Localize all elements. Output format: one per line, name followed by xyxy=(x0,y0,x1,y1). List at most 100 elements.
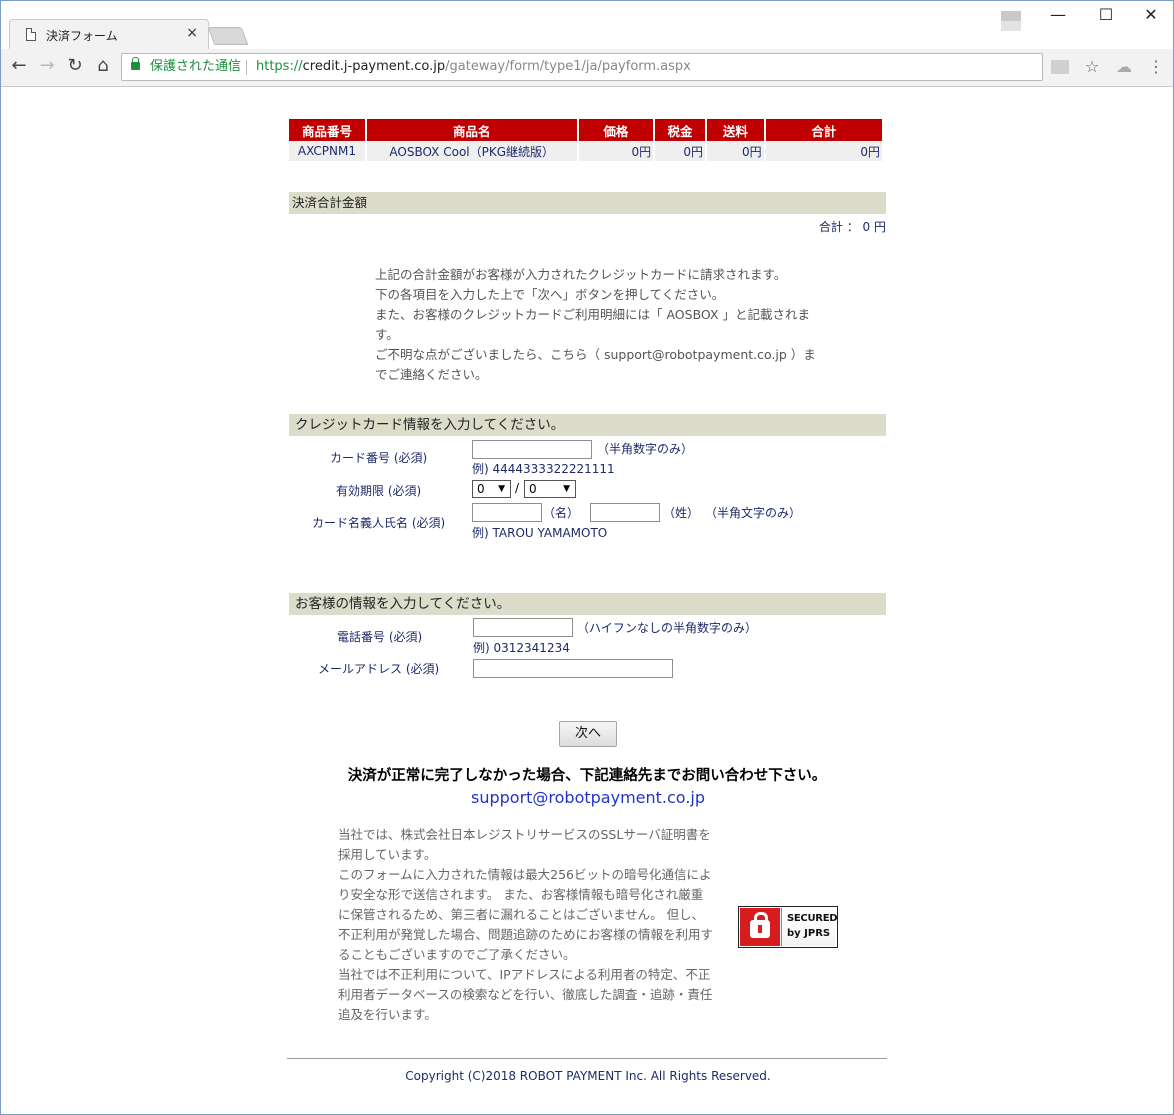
ssl-secured-seal[interactable]: SECURED by JPRS xyxy=(738,906,838,948)
padlock-icon xyxy=(750,912,770,938)
cardholder-name-label: カード名義人氏名 (必須) xyxy=(312,516,446,530)
bookmark-star-icon[interactable]: ☆ xyxy=(1082,57,1102,77)
chevron-down-icon: ▼ xyxy=(498,484,505,494)
notice-line: す。 xyxy=(375,327,399,342)
ssl-line: 当社では、株式会社日本レジストリサービスのSSLサーバ証明書を xyxy=(338,827,711,842)
name-example: 例) TAROU YAMAMOTO xyxy=(472,526,608,540)
card-number-example: 例) 4444333322221111 xyxy=(472,462,615,476)
customer-section-title: お客様の情報を入力してください。 xyxy=(289,593,886,615)
last-name-input[interactable] xyxy=(590,503,660,522)
ssl-line: このフォームに入力された情報は最大256ビットの暗号化通信によ xyxy=(338,867,712,882)
next-button[interactable]: 次へ xyxy=(559,721,617,747)
browser-tab[interactable]: 決済フォーム × xyxy=(9,19,209,49)
total-amount: 合計 ： 0 円 xyxy=(818,220,886,234)
header-shipping: 送料 xyxy=(706,119,764,141)
seal-line1: SECURED xyxy=(787,913,838,924)
notice-line: 下の各項目を入力した上で「次へ」ボタンを押してください。 xyxy=(375,287,725,302)
document-icon xyxy=(26,28,36,41)
phone-hint: （ハイフンなしの半角数字のみ） xyxy=(577,621,758,635)
omnibox-separator xyxy=(246,60,247,75)
ssl-line: 不正利用が発覚した場合、問題追跡のためにお客様の情報を利用す xyxy=(338,927,714,942)
url-scheme: https:// xyxy=(256,59,303,74)
contact-heading: 決済が正常に完了しなかった場合、下記連絡先までお問い合わせ下さい。 xyxy=(347,768,827,784)
seal-line2: by JPRS xyxy=(787,928,831,939)
card-section-title: クレジットカード情報を入力してください。 xyxy=(289,414,886,436)
chevron-down-icon: ▼ xyxy=(563,484,570,494)
extension-cloud-icon[interactable]: ☁ xyxy=(1114,57,1134,77)
card-number-hint: （半角数字のみ） xyxy=(597,442,694,456)
copyright-text: Copyright (C)2018 ROBOT PAYMENT Inc. All… xyxy=(405,1069,771,1083)
menu-icon[interactable]: ⋮ xyxy=(1146,57,1166,77)
header-total: 合計 xyxy=(765,119,882,141)
ssl-line: 採用しています。 xyxy=(338,847,437,862)
phone-example: 例) 0312341234 xyxy=(473,641,570,655)
browser-toolbar: ← → ↻ ⌂ 保護された通信 https://credit.j-payment… xyxy=(1,49,1173,87)
header-product-name: 商品名 xyxy=(366,119,577,141)
header-product-code: 商品番号 xyxy=(289,119,365,141)
cell-product-name: AOSBOX Cool（PKG継続版） xyxy=(366,141,577,161)
expiry-year-value: 0 xyxy=(529,482,537,496)
profile-icon[interactable] xyxy=(1001,11,1021,31)
seal-text-panel: SECURED by JPRS xyxy=(781,908,838,946)
email-label: メールアドレス (必須) xyxy=(318,662,440,676)
table-row: AXCPNM1 AOSBOX Cool（PKG継続版） 0円 0円 0円 0円 xyxy=(289,141,882,161)
expiry-month-value: 0 xyxy=(477,482,485,496)
items-table-header: 商品番号 商品名 価格 税金 送料 合計 xyxy=(289,119,882,141)
contact-email-link[interactable]: support@robotpayment.co.jp xyxy=(1,788,1174,807)
cell-total: 0円 xyxy=(765,141,882,161)
address-bar[interactable]: 保護された通信 https://credit.j-payment.co.jp/g… xyxy=(121,53,1043,81)
ssl-line: り安全な形で送信されます。 また、お客様情報も暗号化され厳重 xyxy=(338,887,704,902)
phone-input[interactable] xyxy=(473,618,573,637)
forward-icon[interactable]: → xyxy=(35,55,59,76)
notice-line: でご連絡ください。 xyxy=(375,367,488,382)
ssl-line: 利用者データベースの検索などを行い、徹底した調査・追跡・責任 xyxy=(338,987,713,1002)
ssl-info-text: 当社では、株式会社日本レジストリサービスのSSLサーバ証明書を 採用しています。… xyxy=(338,825,738,1025)
page-content: 商品番号 商品名 価格 税金 送料 合計 AXCPNM1 AOSBOX Cool… xyxy=(1,88,1173,1114)
url-host: credit.j-payment.co.jp xyxy=(302,59,446,74)
url-path: /gateway/form/type1/ja/payform.aspx xyxy=(445,59,691,74)
ssl-line: ることもございますのでご了承ください。 xyxy=(338,947,576,962)
tab-title: 決済フォーム xyxy=(46,29,118,43)
cell-tax: 0円 xyxy=(655,141,705,161)
browser-window: 決済フォーム × — ☐ ✕ ← → ↻ ⌂ 保護された通信 https://c… xyxy=(0,0,1174,1115)
footer-divider xyxy=(287,1058,887,1059)
cell-price: 0円 xyxy=(578,141,654,161)
notice-line: また、お客様のクレジットカードご利用明細には「 AOSBOX 」と記載されま xyxy=(375,307,811,322)
ssl-line: 当社では不正利用について、IPアドレスによる利用者の特定、不正 xyxy=(338,967,711,982)
secure-label: 保護された通信 xyxy=(150,59,242,74)
expiry-slash: / xyxy=(515,481,520,495)
items-table: 商品番号 商品名 価格 税金 送料 合計 AXCPNM1 AOSBOX Cool… xyxy=(287,119,884,161)
notice-line: ご不明な点がございましたら、こちら（ support@robotpayment.… xyxy=(375,347,816,362)
home-icon[interactable]: ⌂ xyxy=(91,55,115,76)
expiry-label: 有効期限 (必須) xyxy=(336,484,422,498)
tab-close-icon[interactable]: × xyxy=(186,25,198,41)
new-tab-button[interactable] xyxy=(207,27,249,45)
expiry-year-select[interactable]: 0 ▼ xyxy=(524,480,576,498)
lock-icon xyxy=(131,57,140,70)
close-window-icon[interactable]: ✕ xyxy=(1136,5,1166,24)
reload-icon[interactable]: ↻ xyxy=(63,55,87,76)
card-number-input[interactable] xyxy=(472,440,592,459)
card-number-label: カード番号 (必須) xyxy=(330,451,428,465)
minimize-icon[interactable]: — xyxy=(1043,5,1073,24)
first-name-input[interactable] xyxy=(472,503,542,522)
first-name-suffix: （名） xyxy=(543,506,580,520)
notice-text: 上記の合計金額がお客様が入力されたクレジットカードに請求されます。 下の各項目を… xyxy=(375,265,845,385)
cell-shipping: 0円 xyxy=(706,141,764,161)
name-hint: （半角文字のみ） xyxy=(705,506,802,520)
url-text: https://credit.j-payment.co.jp/gateway/f… xyxy=(256,54,691,80)
title-bar: 決済フォーム × — ☐ ✕ xyxy=(1,1,1173,49)
back-icon[interactable]: ← xyxy=(7,55,31,76)
cast-icon[interactable] xyxy=(1051,60,1069,74)
cell-product-code: AXCPNM1 xyxy=(289,141,365,161)
expiry-month-select[interactable]: 0 ▼ xyxy=(472,480,511,498)
last-name-suffix: （姓） xyxy=(663,506,700,520)
phone-label: 電話番号 (必須) xyxy=(337,630,423,644)
maximize-icon[interactable]: ☐ xyxy=(1091,5,1121,24)
header-tax: 税金 xyxy=(655,119,705,141)
ssl-line: 追及を行います。 xyxy=(338,1007,437,1022)
header-price: 価格 xyxy=(578,119,654,141)
seal-lock-background xyxy=(740,908,780,946)
payment-total-section-title: 決済合計金額 xyxy=(289,192,886,214)
email-input[interactable] xyxy=(473,659,673,678)
